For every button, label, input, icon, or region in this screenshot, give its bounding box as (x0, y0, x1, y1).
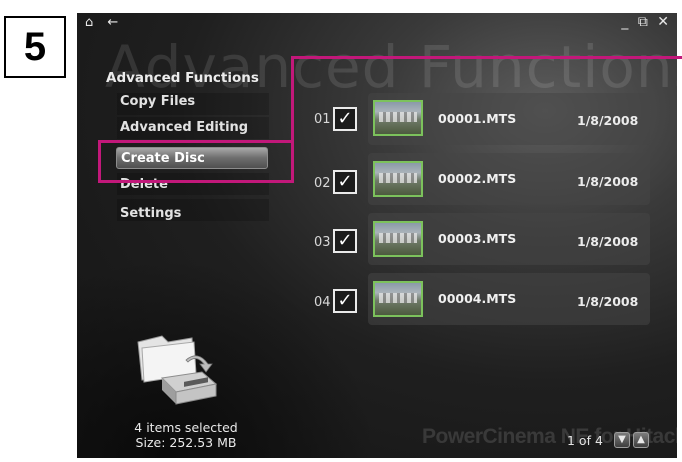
file-checkbox[interactable]: ✓ (333, 289, 357, 313)
page-up-button[interactable]: ▲ (633, 432, 649, 448)
page-indicator: 1 of 4 (567, 433, 603, 448)
home-icon[interactable]: ⌂ (85, 15, 93, 30)
file-number: 02 (314, 176, 331, 191)
file-thumbnail (373, 281, 423, 317)
file-name: 00004.MTS (438, 291, 517, 306)
file-date: 1/8/2008 (577, 294, 639, 309)
callout-box-left (98, 140, 101, 183)
sidebar-item-advanced-editing[interactable]: Advanced Editing (120, 117, 270, 139)
file-checkbox[interactable]: ✓ (333, 170, 357, 194)
window-controls: _ ⧉ ✕ (616, 14, 669, 30)
file-thumbnail (373, 221, 423, 257)
file-date: 1/8/2008 (577, 234, 639, 249)
file-name: 00001.MTS (438, 111, 517, 126)
app-screen: Advanced Functions ⌂ ← _ ⧉ ✕ Advanced Fu… (77, 13, 677, 458)
file-date: 1/8/2008 (577, 174, 639, 189)
file-number: 01 (314, 112, 331, 127)
callout-line-vertical (291, 56, 294, 183)
page-down-button[interactable]: ▼ (614, 432, 630, 448)
selection-summary: 4 items selected Size: 252.53 MB (111, 420, 261, 450)
callout-box-top (98, 140, 294, 143)
back-icon[interactable]: ← (107, 15, 118, 30)
minimize-button[interactable]: _ (621, 14, 628, 30)
file-name: 00002.MTS (438, 171, 517, 186)
sidebar-item-copy-files[interactable]: Copy Files (120, 91, 270, 113)
close-button[interactable]: ✕ (657, 14, 669, 30)
file-number: 03 (314, 235, 331, 250)
sidebar-title: Advanced Functions (106, 70, 259, 86)
sidebar-item-delete[interactable]: Delete (120, 174, 270, 196)
nav-icons: ⌂ ← (85, 15, 128, 30)
file-thumbnail (373, 100, 423, 136)
file-checkbox[interactable]: ✓ (333, 229, 357, 253)
sidebar-item-create-disc[interactable]: Create Disc (116, 147, 268, 169)
file-name: 00003.MTS (438, 231, 517, 246)
file-date: 1/8/2008 (577, 113, 639, 128)
callout-line-horizontal (291, 56, 682, 59)
total-size-text: Size: 252.53 MB (135, 435, 237, 450)
file-checkbox[interactable]: ✓ (333, 107, 357, 131)
callout-box-bottom (98, 180, 294, 183)
items-selected-text: 4 items selected (134, 420, 238, 435)
file-number: 04 (314, 295, 331, 310)
folder-to-disc-icon (137, 335, 218, 405)
file-thumbnail (373, 161, 423, 197)
sidebar-item-settings[interactable]: Settings (120, 203, 270, 225)
step-number: 5 (4, 16, 66, 78)
restore-button[interactable]: ⧉ (638, 14, 648, 30)
